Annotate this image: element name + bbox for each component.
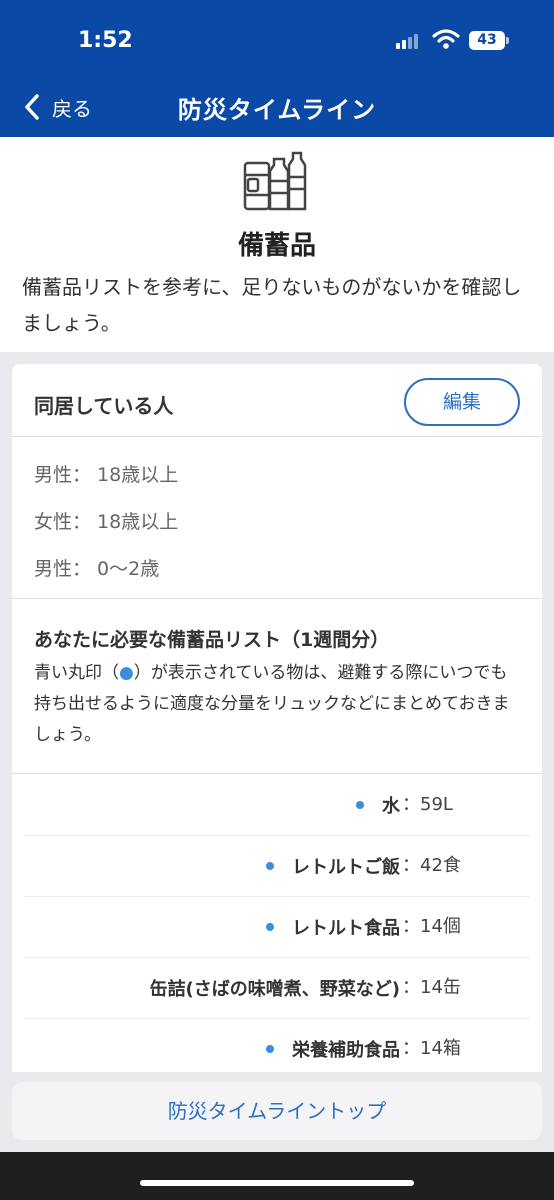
- app-header: 1:52 43 戻る 防災タイムライン: [0, 0, 554, 137]
- list-item: 水 ：59L: [24, 775, 530, 836]
- timeline-top-button[interactable]: 防災タイムライントップ: [12, 1082, 542, 1140]
- household-header: 同居している人 編集: [12, 364, 542, 437]
- needed-list-note: 青い丸印（●）が表示されている物は、避難する際にいつでも持ち出せるように適度な分…: [34, 658, 524, 751]
- item-quantity: ：14缶: [402, 977, 461, 998]
- status-time: 1:52: [78, 28, 133, 53]
- home-indicator-area: [0, 1152, 554, 1200]
- battery-icon: 43: [469, 31, 505, 50]
- member-item: 女性： 18歳以上: [34, 511, 179, 533]
- carry-dot-icon: [266, 1045, 274, 1053]
- blue-dot-icon: ●: [119, 663, 134, 683]
- hero-section: 備蓄品 備蓄品リストを参考に、足りないものがないかを確認しましょう。: [0, 137, 554, 352]
- carry-dot-icon: [266, 862, 274, 870]
- home-indicator[interactable]: [140, 1180, 414, 1186]
- item-name: 栄養補助食品: [292, 1040, 400, 1061]
- member-item: 男性： 18歳以上: [34, 464, 179, 486]
- navigation-bar: 戻る 防災タイムライン: [0, 80, 554, 137]
- member-item: 男性： 0〜2歳: [34, 558, 160, 580]
- hero-description: 備蓄品リストを参考に、足りないものがないかを確認しましょう。: [22, 275, 522, 335]
- carry-dot-icon: [356, 801, 364, 809]
- household-title: 同居している人: [34, 394, 174, 418]
- page-title: 防災タイムライン: [177, 96, 377, 124]
- item-name: レトルト食品: [292, 918, 400, 939]
- battery-tip: [506, 37, 509, 44]
- item-quantity: ：14個: [402, 916, 461, 937]
- cellular-signal-icon: [396, 33, 420, 49]
- item-name: 缶詰(さばの味噌煮、野菜など): [149, 979, 400, 1000]
- list-item: 栄養補助食品 ：14箱: [24, 1019, 530, 1080]
- status-bar: 1:52 43: [0, 0, 554, 80]
- item-name: レトルトご飯: [292, 857, 400, 878]
- stockpile-icon: [243, 151, 307, 211]
- list-item: 缶詰(さばの味噌煮、野菜など) ：14缶: [24, 958, 530, 1019]
- list-item: レトルト食品 ：14個: [24, 897, 530, 958]
- needed-list-header: あなたに必要な備蓄品リスト（1週間分） 青い丸印（●）が表示されている物は、避難…: [12, 600, 542, 774]
- hero-title: 備蓄品: [237, 231, 316, 261]
- note-text-before: 青い丸印（: [34, 663, 119, 683]
- household-members: 男性： 18歳以上 女性： 18歳以上 男性： 0〜2歳: [12, 438, 542, 599]
- item-quantity: ：14箱: [402, 1038, 461, 1059]
- stockpile-card: 同居している人 編集 男性： 18歳以上 女性： 18歳以上 男性： 0〜2歳 …: [12, 364, 542, 1084]
- item-name: 水: [382, 796, 400, 817]
- wifi-icon: [432, 29, 460, 49]
- bottom-bar: 防災タイムライントップ: [0, 1072, 554, 1152]
- edit-button[interactable]: 編集: [404, 378, 520, 426]
- needed-list-title: あなたに必要な備蓄品リスト（1週間分）: [34, 629, 390, 651]
- item-quantity: ：42食: [402, 855, 461, 876]
- list-item: レトルトご飯 ：42食: [24, 836, 530, 897]
- carry-dot-icon: [266, 923, 274, 931]
- item-quantity: ：59L: [402, 794, 453, 815]
